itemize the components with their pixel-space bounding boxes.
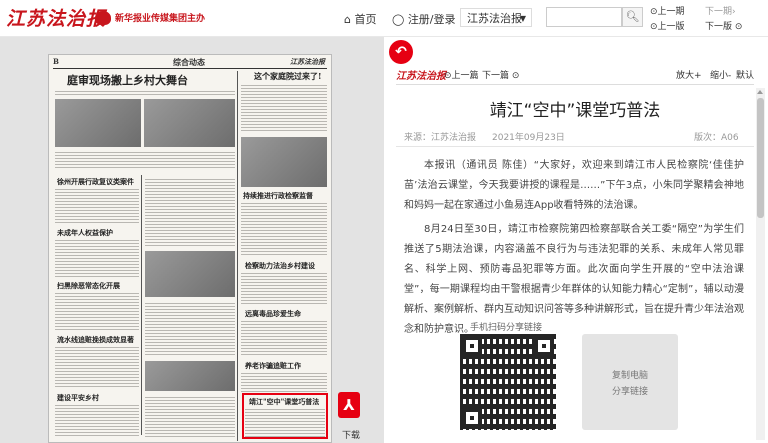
next-page-link[interactable]: 下一版 ⊙ bbox=[705, 19, 742, 32]
zoom-out-button[interactable]: 缩小- bbox=[710, 68, 731, 81]
text-block bbox=[241, 201, 327, 257]
search-input[interactable] bbox=[546, 7, 622, 27]
qr-corner bbox=[462, 408, 482, 428]
headline[interactable]: 这个家庭院过来了! bbox=[254, 71, 322, 82]
article-paragraph: 本报讯（通讯员 陈佳）“大家好，欢迎来到靖江市人民检察院‘佳佳护苗’法治云课堂，… bbox=[404, 160, 744, 211]
divider bbox=[396, 84, 754, 85]
text-block bbox=[55, 291, 139, 331]
news-photo bbox=[145, 361, 235, 391]
site-logo[interactable]: 江苏法治报 bbox=[6, 4, 106, 31]
text-block bbox=[241, 83, 327, 133]
text-block bbox=[241, 371, 327, 393]
article-title: 靖江“空中”课堂巧普法 bbox=[489, 101, 661, 121]
group-logo-icon bbox=[95, 11, 111, 25]
headline[interactable]: 扫黑除恶常态化开展 bbox=[57, 281, 120, 291]
newspaper-select[interactable]: 江苏法治报 ▼ bbox=[460, 8, 532, 27]
article-paragraph: 8月24日至30日，靖江市检察院第四检察部联合关工委“隔空”为学生们推送了5期法… bbox=[404, 224, 744, 335]
user-icon: ◯ bbox=[392, 13, 405, 26]
text-block bbox=[55, 238, 139, 278]
qr-corner bbox=[462, 336, 482, 356]
copy-link-button[interactable]: 复制电脑 分享链接 bbox=[582, 334, 678, 430]
article-source: 来源：江苏法治报 bbox=[404, 133, 477, 143]
next-article-label: 下一篇 bbox=[482, 71, 510, 81]
share-label: 手机扫码分享链接 bbox=[470, 323, 543, 333]
pdf-icon[interactable]: ⅄ bbox=[338, 392, 360, 418]
headline[interactable]: 流水线追赃挽损成效显著 bbox=[57, 335, 134, 345]
qr-code bbox=[460, 334, 556, 430]
headline[interactable]: 徐州开展行政复议类案件 bbox=[57, 177, 134, 187]
home-link[interactable]: ⌂ 首页 bbox=[344, 11, 376, 27]
headline[interactable]: 持续推进行政检察监督 bbox=[243, 191, 313, 201]
next-article-link[interactable]: 下一篇 ⊙ bbox=[482, 68, 519, 81]
news-photo bbox=[145, 251, 235, 297]
zoom-reset-button[interactable]: 默认 bbox=[736, 68, 754, 81]
divider bbox=[396, 146, 754, 147]
column-divider bbox=[141, 175, 142, 435]
login-label: 注册/登录 bbox=[407, 13, 456, 26]
headline[interactable]: 远离毒品珍爱生命 bbox=[245, 309, 301, 319]
article-page: 版次：A06 bbox=[694, 133, 739, 143]
group-name: 新华报业传媒集团主办 bbox=[115, 14, 206, 24]
search-button[interactable]: 🔍︎ bbox=[622, 7, 643, 27]
download-label[interactable]: 下载 bbox=[342, 428, 360, 441]
text-block bbox=[145, 301, 235, 357]
newspaper-masthead: 江苏法治报 bbox=[290, 57, 325, 66]
text-block bbox=[55, 150, 235, 170]
top-bar: 江苏法治报 新华报业传媒集团主办 ⌂ 首页 ◯ 注册/登录 江苏法治报 ▼ 🔍︎… bbox=[0, 0, 768, 37]
zoom-in-button[interactable]: 放大+ bbox=[676, 68, 702, 81]
text-block bbox=[145, 177, 235, 247]
scroll-up-icon[interactable] bbox=[757, 90, 763, 94]
selected-article-highlight[interactable] bbox=[242, 393, 328, 439]
scroll-thumb[interactable] bbox=[757, 98, 764, 218]
newspaper-page[interactable]: B 综合动态 江苏法治报 庭审现场搬上乡村大舞台 这个家庭院过来了! 持续推进行… bbox=[48, 54, 332, 443]
text-block bbox=[55, 187, 139, 225]
next-issue-link[interactable]: 下一期› bbox=[705, 4, 736, 17]
next-issue-label: 下一期 bbox=[705, 7, 733, 17]
prev-article-link[interactable]: ⊙上一篇 bbox=[444, 68, 479, 81]
news-photo bbox=[55, 99, 141, 147]
text-block bbox=[241, 271, 327, 305]
prev-article-label: 上一篇 bbox=[451, 71, 479, 81]
home-label: 首页 bbox=[354, 13, 377, 26]
search-icon: 🔍︎ bbox=[625, 10, 640, 23]
news-photo bbox=[241, 137, 327, 187]
qr-corner bbox=[534, 336, 554, 356]
article-scrollbar[interactable] bbox=[756, 88, 765, 440]
next-page-label: 下一版 bbox=[705, 22, 733, 32]
text-block bbox=[145, 395, 235, 437]
prev-issue-link[interactable]: ⊙上一期 bbox=[650, 4, 685, 17]
article-date: 2021年09月23日 bbox=[492, 133, 565, 143]
prev-page-label: 上一版 bbox=[657, 22, 685, 32]
copy-link-line2: 分享链接 bbox=[611, 387, 648, 397]
home-icon: ⌂ bbox=[344, 13, 351, 26]
copy-link-line1: 复制电脑 bbox=[611, 371, 648, 381]
page-number: B bbox=[53, 57, 59, 66]
news-photo bbox=[144, 99, 235, 147]
text-block bbox=[55, 403, 139, 437]
chevron-down-icon: ▼ bbox=[519, 14, 526, 23]
back-arrow-icon[interactable]: ↶ bbox=[389, 40, 413, 64]
section-name: 综合动态 bbox=[173, 57, 205, 67]
headline[interactable]: 庭审现场搬上乡村大舞台 bbox=[67, 72, 188, 88]
headline[interactable]: 未成年人权益保护 bbox=[57, 228, 113, 238]
text-block bbox=[55, 345, 139, 387]
headline[interactable]: 检察助力法治乡村建设 bbox=[245, 261, 315, 271]
text-block bbox=[55, 89, 235, 97]
column-divider bbox=[237, 71, 238, 441]
prev-page-link[interactable]: ⊙上一版 bbox=[650, 19, 685, 32]
newspaper-header: B 综合动态 江苏法治报 bbox=[53, 57, 327, 69]
newspaper-select-value: 江苏法治报 bbox=[467, 12, 522, 25]
text-block bbox=[241, 319, 327, 355]
article-logo: 江苏法治报 bbox=[396, 71, 446, 82]
headline[interactable]: 养老诈骗追赃工作 bbox=[245, 361, 301, 371]
headline[interactable]: 建设平安乡村 bbox=[57, 393, 99, 403]
login-link[interactable]: ◯ 注册/登录 bbox=[392, 11, 456, 27]
prev-issue-label: 上一期 bbox=[657, 7, 685, 17]
